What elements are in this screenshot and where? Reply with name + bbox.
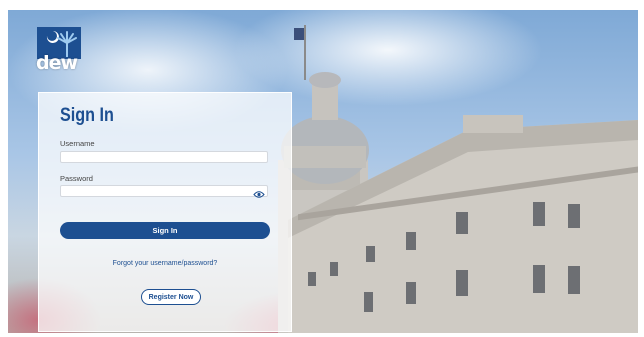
dew-logo[interactable]: dew xyxy=(36,27,81,73)
page-title: Sign In xyxy=(60,105,114,126)
background-photo: dew Sign In Username Password Sign In Fo… xyxy=(8,10,638,333)
logo-wordmark: dew xyxy=(36,52,78,74)
username-input[interactable] xyxy=(60,151,268,163)
password-input[interactable] xyxy=(60,185,268,197)
sign-in-button[interactable]: Sign In xyxy=(60,222,270,239)
sign-in-panel: Sign In Username Password Sign In Forgot… xyxy=(38,92,292,332)
username-label: Username xyxy=(60,139,95,148)
register-now-button[interactable]: Register Now xyxy=(141,289,201,305)
eye-icon[interactable] xyxy=(253,186,265,198)
password-label: Password xyxy=(60,174,93,183)
forgot-credentials-link[interactable]: Forgot your username/password? xyxy=(39,260,291,267)
